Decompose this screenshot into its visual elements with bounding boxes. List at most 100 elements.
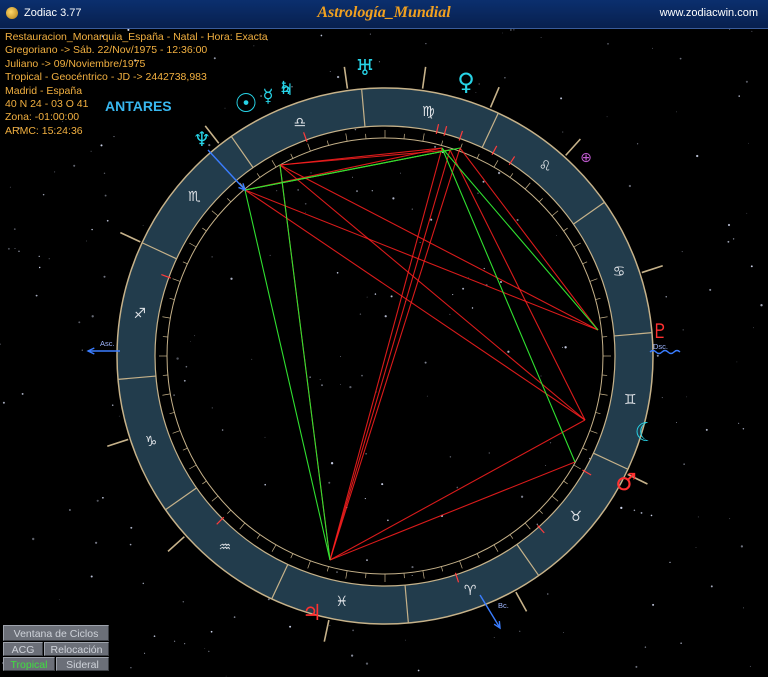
star-dot [221,429,224,431]
degree-tick [271,544,277,552]
star-dot [58,599,60,601]
star-dot [364,498,366,500]
venus-glyph[interactable]: ♀ [457,68,475,96]
star-dot [336,75,340,79]
star-dot [103,275,106,278]
star-dot [118,415,120,417]
info-line-event: Restauracion_Monarquia_España - Natal - … [5,31,268,43]
degree-tick [182,261,188,265]
degree-tick [589,278,598,282]
uranus-glyph[interactable]: ♅ [355,56,375,81]
star-dot [100,144,103,147]
degree-tick [524,182,531,190]
tropical-button[interactable]: Tropical [3,657,55,671]
star-dot [560,97,563,100]
star-dot [305,211,306,213]
star-dot [359,313,362,315]
star-dot [746,212,748,214]
star-dot [42,193,45,196]
degree-tick [211,495,219,502]
star-dot [38,266,41,269]
degree-tick [202,480,207,485]
star-dot [686,396,688,398]
star-dot [456,486,459,489]
star-dot [738,422,740,424]
star-dot [183,379,186,382]
mars-glyph[interactable]: ♂ [615,468,637,496]
star-dot [129,543,132,546]
star-dot [516,218,519,222]
star-dot [32,537,35,541]
star-dot [392,197,395,200]
sidereal-button[interactable]: Sideral [56,657,109,671]
star-dot [507,350,510,353]
star-dot [351,654,354,657]
star-dot [366,559,368,561]
star-dot [304,202,307,205]
star-dot [144,652,146,654]
star-dot [321,384,323,387]
degree-tick [551,495,559,502]
star-dot [497,171,501,175]
star-dot [103,172,106,175]
title-bar[interactable]: Zodiac 3.77 Astrología_Mundial www.zodia… [0,0,768,29]
degree-tick [227,198,232,203]
degree-tick [172,278,181,282]
aspect-line-soft [279,164,331,561]
star-dot [419,241,421,243]
part-of-fortune-glyph[interactable]: ⊕ [580,150,592,166]
pluto-glyph[interactable]: ♇ [651,319,669,343]
star-dot [384,315,387,318]
star-dot [111,404,114,406]
star-dot [381,483,384,486]
zodiac-sign-glyph: ♉ [569,509,582,525]
star-dot [411,574,413,577]
star-dot [500,281,502,283]
star-dot [682,329,684,331]
star-dot [519,630,521,632]
star-dot [352,629,354,632]
zodiac-sign-glyph: ♈ [464,583,477,599]
star-dot [628,184,632,188]
star-dot [547,593,549,595]
star-dot [680,642,682,644]
jupiter-glyph[interactable]: ♃ [302,601,322,626]
degree-tick [595,297,601,300]
zodiac-sign-glyph: ♑ [145,434,158,450]
star-dot [636,143,639,145]
zodiac-sign-glyph: ♋ [613,264,626,280]
star-dot [329,71,331,72]
moon-glyph[interactable]: ☾ [634,418,657,448]
star-dot [328,481,331,484]
star-dot [652,603,655,606]
star-dot [400,172,401,174]
star-dot [477,192,479,194]
star-dot [727,223,731,227]
star-dot [339,384,341,385]
relocation-button[interactable]: Relocación [44,642,109,656]
aspect-line-hard [329,147,461,561]
star-dot [2,401,5,404]
house-cusp-spoke [343,66,349,89]
website-link[interactable]: www.zodiacwin.com [660,7,758,19]
star-dot [264,436,266,438]
star-dot [365,662,369,665]
cycles-window-button[interactable]: Ventana de Ciclos [3,625,109,641]
degree-tick [476,553,480,559]
star-dot [430,218,433,221]
degree-tick [326,566,329,572]
degree-tick [189,242,197,248]
saturn-glyph[interactable]: ♄ [278,78,294,99]
star-dot [745,80,748,83]
star-dot [751,30,753,32]
star-dot [14,248,16,250]
star-dot [91,228,93,231]
star-dot [130,667,132,669]
star-dot [349,385,352,389]
degree-tick [211,210,219,217]
zodiac-sign-glyph: ♓ [335,594,348,610]
star-dot [9,186,11,188]
acg-button[interactable]: ACG [3,642,43,656]
star-dot [550,442,552,444]
degree-tick [169,297,175,300]
